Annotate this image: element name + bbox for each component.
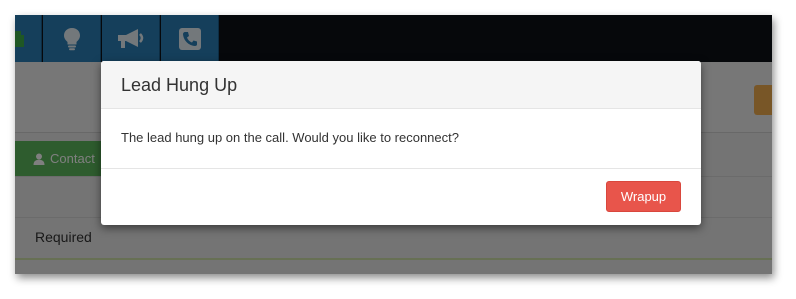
modal-header: Lead Hung Up [101,61,701,109]
app-window: Contact Required Lead Hung Up The lead h… [15,15,772,274]
modal-footer: Wrapup [101,169,701,224]
wrapup-button[interactable]: Wrapup [606,181,681,212]
modal-body: The lead hung up on the call. Would you … [101,109,701,169]
lead-hung-up-dialog: Lead Hung Up The lead hung up on the cal… [101,61,701,225]
modal-title: Lead Hung Up [121,75,238,95]
